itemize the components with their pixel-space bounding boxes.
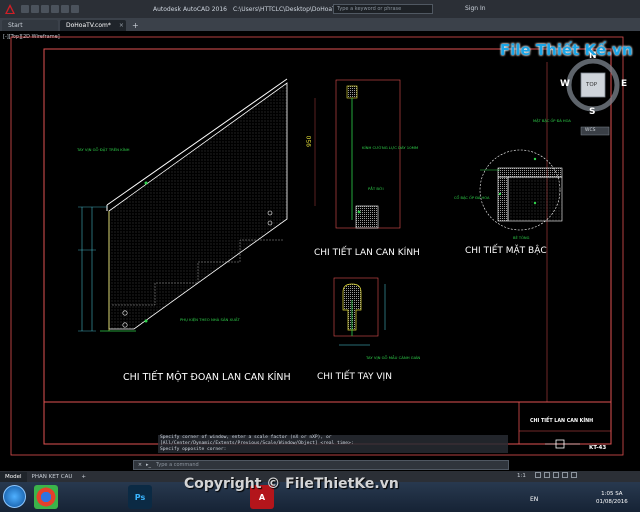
viewcube[interactable]: [566, 58, 620, 136]
note-concrete: BÊ TÔNG: [513, 236, 530, 240]
command-placeholder: Type a command: [156, 462, 199, 468]
layout-tab-phan-ket-cau[interactable]: PHAN KET CAU: [27, 472, 78, 482]
gear-icon[interactable]: [535, 472, 541, 478]
autocad-logo-icon[interactable]: [2, 1, 18, 17]
crosshair-cursor: [545, 439, 580, 449]
tab-drawing[interactable]: DoHoaTV.com* ×: [60, 20, 126, 31]
start-button[interactable]: [3, 485, 26, 508]
sheet-number: KT-43: [589, 445, 607, 451]
print-icon[interactable]: [51, 5, 59, 13]
handrail-section: [346, 85, 358, 99]
add-tab-button[interactable]: +: [132, 21, 139, 31]
detail-stair-railing: [78, 78, 288, 332]
detail-title-stair-railing: CHI TIẾT MỘT ĐOẠN LAN CAN KÍNH: [123, 372, 291, 383]
viewcube-top-face[interactable]: TOP: [586, 82, 597, 88]
fullscreen-icon[interactable]: [562, 472, 568, 478]
note-handrail-color: TAY VỊN GỖ MẦU CÁNH GIÁN: [366, 355, 421, 360]
layout-tab-label: PHAN KET CAU: [31, 473, 73, 480]
menu-icon[interactable]: [571, 472, 577, 478]
leader-dot: [144, 181, 148, 185]
taskbar-app-label: A: [258, 492, 266, 502]
isolate-icon[interactable]: [553, 472, 559, 478]
leader-dot: [498, 192, 502, 196]
chrome-icon[interactable]: [34, 485, 58, 509]
annotation-scale[interactable]: 1:1: [517, 473, 526, 479]
step-concrete: [507, 176, 563, 222]
taskbar-app-label: Ps: [134, 492, 146, 502]
layout-tab-label: Model: [5, 473, 22, 480]
viewcube-west-label[interactable]: W: [560, 79, 570, 89]
detail-title-handrail: CHI TIẾT TAY VỊN: [317, 372, 392, 382]
language-indicator[interactable]: EN: [530, 496, 538, 503]
command-input[interactable]: × ▸_ Type a command: [133, 460, 509, 470]
glass-panel: [108, 82, 288, 330]
detail-glass-railing: [314, 79, 401, 229]
tab-start[interactable]: Start: [2, 20, 58, 31]
drawing-canvas[interactable]: [-][Top][2D Wireframe] N S W E TOP WCS C…: [0, 31, 640, 471]
sheet-title: CHI TIẾT LAN CAN KÍNH: [530, 419, 594, 424]
note-step-top: MẶT BẬC ỐP ĐÁ HOA: [533, 119, 571, 123]
viewcube-south-label[interactable]: S: [589, 107, 595, 117]
clock-date: 01/08/2016: [596, 499, 628, 505]
app-title: Autodesk AutoCAD 2016: [153, 5, 227, 13]
detail-title-step: CHI TIẾT MẶT BẬC: [465, 246, 547, 256]
note-accessory: PHỤ KIỆN THEO NHÀ SẢN XUẤT: [180, 317, 240, 322]
system-clock[interactable]: 1:05 SA 01/08/2016: [596, 490, 628, 506]
autocad-window: Autodesk AutoCAD 2016 C:\Users\HTTCLC\De…: [0, 0, 640, 512]
search-input[interactable]: Type a keyword or phrase: [333, 4, 433, 14]
layout-tab-model[interactable]: Model: [0, 471, 27, 482]
close-icon[interactable]: ×: [119, 22, 124, 29]
wcs-label[interactable]: WCS: [585, 128, 595, 133]
detail-title-glass-railing: CHI TIẾT LAN CAN KÍNH: [314, 248, 420, 258]
file-tab-bar: Start DoHoaTV.com* × +: [0, 18, 640, 31]
redo-icon[interactable]: [71, 5, 79, 13]
note-wood: PẮT BỜI: [368, 186, 384, 191]
plus-icon[interactable]: [544, 472, 550, 478]
status-tools: [535, 472, 577, 478]
viewcube-east-label[interactable]: E: [621, 79, 627, 89]
leader-dot: [533, 201, 537, 205]
step-nose-stone: [497, 176, 509, 222]
leader-dot: [357, 210, 361, 214]
photoshop-icon[interactable]: Ps: [128, 485, 152, 509]
detail-step: [479, 149, 563, 231]
sign-in-link[interactable]: Sign In: [465, 5, 486, 12]
undo-icon[interactable]: [61, 5, 69, 13]
leader-dot: [533, 157, 537, 161]
open-icon[interactable]: [31, 5, 39, 13]
quick-access-toolbar: [21, 5, 79, 13]
command-prompt-icon: ▸_: [146, 462, 152, 468]
note-glass: KÍNH CƯỜNG LỰC DÀY 10MM: [362, 145, 419, 150]
command-history-line: Specify opposite corner:: [158, 447, 508, 453]
tab-label: Start: [8, 22, 23, 29]
command-history: Specify corner of window, enter a scale …: [158, 435, 508, 462]
watermark-logo: File Thiết Kế.vn: [500, 41, 633, 59]
new-icon[interactable]: [21, 5, 29, 13]
detail-handrail: [333, 277, 386, 346]
close-icon[interactable]: ×: [134, 462, 146, 468]
floor-slab: [355, 205, 379, 229]
tab-label: DoHoaTV.com*: [66, 22, 111, 29]
title-bar: Autodesk AutoCAD 2016 C:\Users\HTTCLC\De…: [0, 0, 640, 18]
step-top-stone: [497, 167, 563, 178]
add-layout-button[interactable]: +: [81, 474, 86, 480]
dimension-950: 950: [306, 135, 313, 147]
save-icon[interactable]: [41, 5, 49, 13]
note-step-nose: CỔ BẬC ỐP ĐÁ HOA: [454, 196, 490, 200]
clock-time: 1:05 SA: [601, 491, 623, 497]
note-handrail-top: TAY VỊN GỖ ĐẶT TRÊN KÍNH: [77, 147, 130, 152]
watermark-copyright: Copyright © FileThietKe.vn: [184, 476, 399, 492]
leader-dot: [144, 319, 148, 323]
